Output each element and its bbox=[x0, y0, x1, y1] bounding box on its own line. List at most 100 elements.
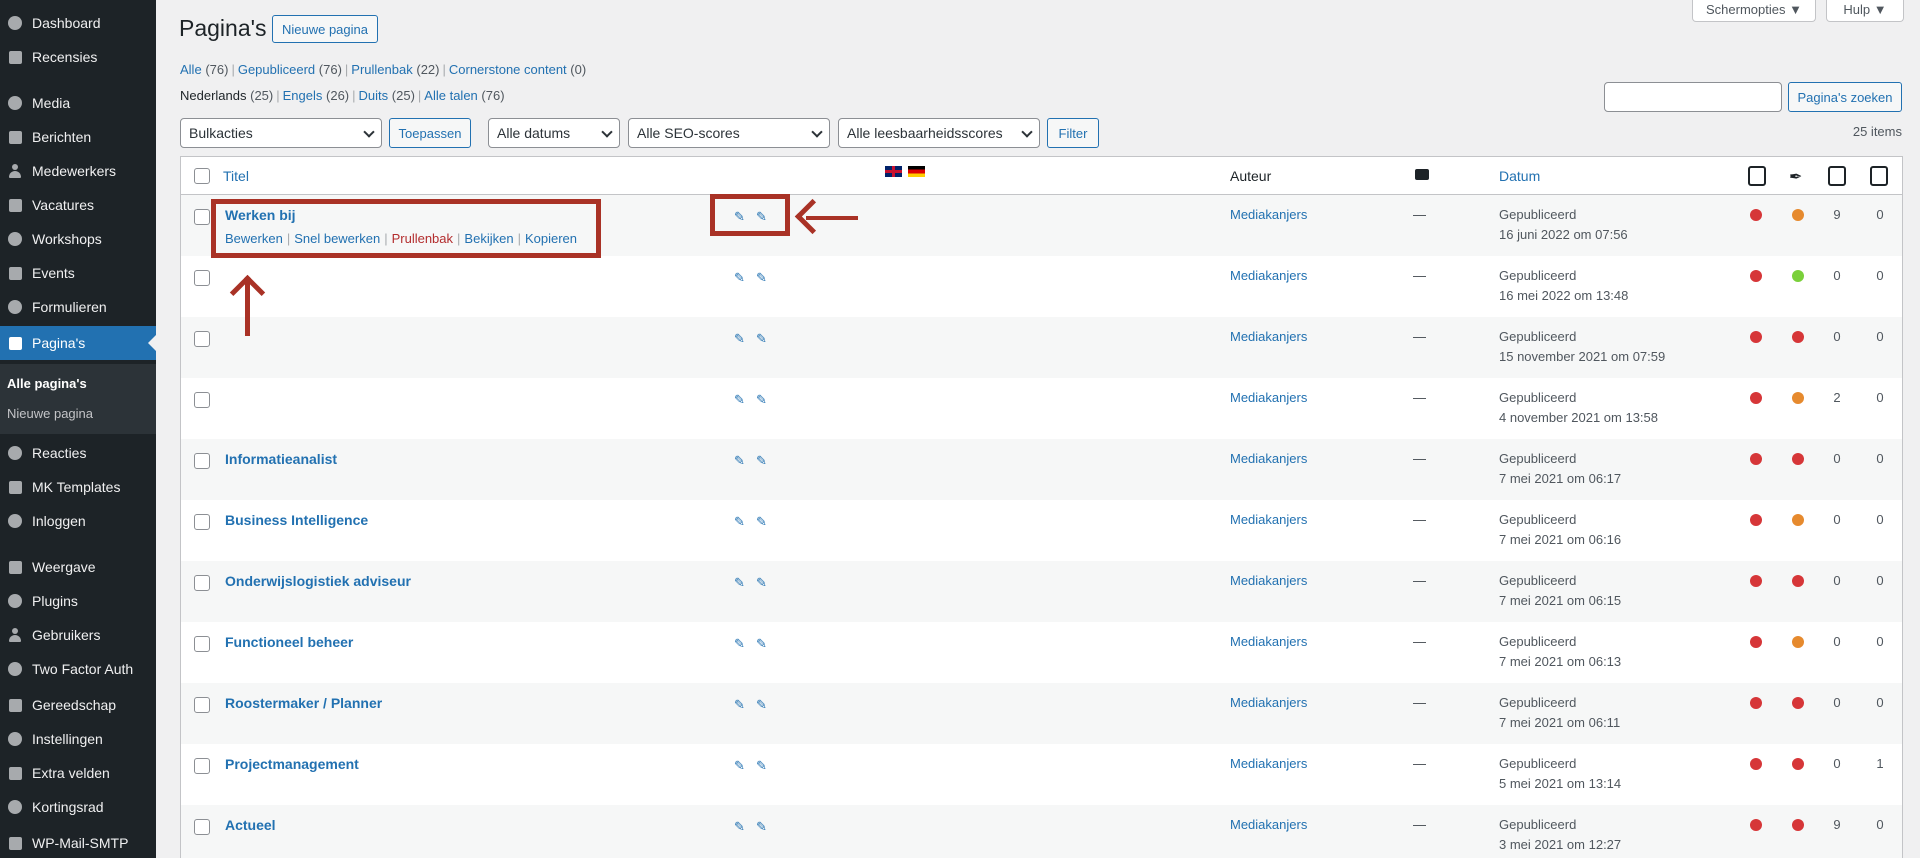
edit-translation-en-icon[interactable]: ✎ bbox=[734, 514, 748, 529]
edit-translation-en-icon[interactable]: ✎ bbox=[734, 819, 748, 834]
sidebar-item-mk-templates[interactable]: MK Templates bbox=[0, 470, 156, 504]
sidebar-item-vacatures[interactable]: Vacatures bbox=[0, 188, 156, 222]
sidebar-item-inloggen[interactable]: Inloggen bbox=[0, 504, 156, 538]
column-title[interactable]: Titel bbox=[223, 168, 249, 184]
edit-translation-de-icon[interactable]: ✎ bbox=[756, 819, 770, 834]
author-link[interactable]: Mediakanjers bbox=[1230, 817, 1307, 832]
sidebar-item-berichten[interactable]: Berichten bbox=[0, 120, 156, 154]
sidebar-item-plugins[interactable]: Plugins bbox=[0, 584, 156, 618]
table-row: Projectmanagement ✎ ✎ Mediakanjers — Gepublic… bbox=[181, 744, 1902, 805]
edit-translation-de-icon[interactable]: ✎ bbox=[756, 453, 770, 468]
language-filter-engels[interactable]: Engels (26) bbox=[283, 88, 350, 103]
sidebar-item-extra-velden[interactable]: Extra velden bbox=[0, 756, 156, 790]
sidebar-item-medewerkers[interactable]: Medewerkers bbox=[0, 154, 156, 188]
select-all-checkbox[interactable] bbox=[194, 168, 210, 184]
search-input[interactable] bbox=[1604, 82, 1782, 112]
sidebar-item-two-factor-auth[interactable]: Two Factor Auth bbox=[0, 652, 156, 686]
sidebar-item-wp-mail-smtp[interactable]: WP-Mail-SMTP bbox=[0, 826, 156, 858]
date-filter-select[interactable]: Alle datums bbox=[488, 118, 620, 148]
help-button[interactable]: Hulp ▼ bbox=[1826, 0, 1904, 22]
sidebar-item-media[interactable]: Media bbox=[0, 86, 156, 120]
row-checkbox[interactable] bbox=[194, 758, 210, 774]
author-link[interactable]: Mediakanjers bbox=[1230, 695, 1307, 710]
sidebar-item-reacties[interactable]: Reacties bbox=[0, 436, 156, 470]
edit-translation-de-icon[interactable]: ✎ bbox=[756, 331, 770, 346]
row-checkbox[interactable] bbox=[194, 514, 210, 530]
view-filter-alle[interactable]: Alle (76) bbox=[180, 62, 228, 77]
edit-translation-de-icon[interactable]: ✎ bbox=[756, 697, 770, 712]
row-checkbox[interactable] bbox=[194, 270, 210, 286]
row-checkbox[interactable] bbox=[194, 575, 210, 591]
sidebar-item-dashboard[interactable]: Dashboard bbox=[0, 6, 156, 40]
row-title-link[interactable]: Projectmanagement bbox=[225, 756, 359, 772]
edit-translation-en-icon[interactable]: ✎ bbox=[734, 392, 748, 407]
edit-translation-de-icon[interactable]: ✎ bbox=[756, 758, 770, 773]
author-link[interactable]: Mediakanjers bbox=[1230, 573, 1307, 588]
seo-filter-select[interactable]: Alle SEO-scores bbox=[628, 118, 830, 148]
row-checkbox[interactable] bbox=[194, 392, 210, 408]
author-link[interactable]: Mediakanjers bbox=[1230, 390, 1307, 405]
author-link[interactable]: Mediakanjers bbox=[1230, 451, 1307, 466]
edit-translation-de-icon[interactable]: ✎ bbox=[756, 270, 770, 285]
bulk-actions-select[interactable]: Bulkacties bbox=[180, 118, 382, 148]
author-link[interactable]: Mediakanjers bbox=[1230, 634, 1307, 649]
screen-options-button[interactable]: Schermopties ▼ bbox=[1692, 0, 1816, 22]
row-title-link[interactable]: Business Intelligence bbox=[225, 512, 368, 528]
readability-score-dot bbox=[1792, 209, 1804, 221]
sidebar-item-formulieren[interactable]: Formulieren bbox=[0, 290, 156, 324]
edit-translation-de-icon[interactable]: ✎ bbox=[756, 392, 770, 407]
edit-translation-de-icon[interactable]: ✎ bbox=[756, 636, 770, 651]
edit-translation-en-icon[interactable]: ✎ bbox=[734, 453, 748, 468]
filter-button[interactable]: Filter bbox=[1047, 118, 1099, 148]
sidebar-item-gereedschap[interactable]: Gereedschap bbox=[0, 688, 156, 722]
column-date[interactable]: Datum bbox=[1499, 168, 1540, 184]
sidebar-item-weergave[interactable]: Weergave bbox=[0, 550, 156, 584]
incoming-links-count: 0 bbox=[1833, 329, 1841, 344]
edit-translation-de-icon[interactable]: ✎ bbox=[756, 575, 770, 590]
view-filter-cornerstone-content[interactable]: Cornerstone content (0) bbox=[449, 62, 586, 77]
row-checkbox[interactable] bbox=[194, 819, 210, 835]
author-link[interactable]: Mediakanjers bbox=[1230, 329, 1307, 344]
sidebar-item-kortingsrad[interactable]: Kortingsrad bbox=[0, 790, 156, 824]
edit-translation-en-icon[interactable]: ✎ bbox=[734, 697, 748, 712]
author-link[interactable]: Mediakanjers bbox=[1230, 268, 1307, 283]
edit-translation-en-icon[interactable]: ✎ bbox=[734, 758, 748, 773]
row-checkbox[interactable] bbox=[194, 209, 210, 225]
row-title-link[interactable]: Roostermaker / Planner bbox=[225, 695, 382, 711]
row-checkbox[interactable] bbox=[194, 636, 210, 652]
sidebar-item-pagina-s[interactable]: Pagina's bbox=[0, 326, 156, 360]
seo-score-dot bbox=[1750, 697, 1762, 709]
view-filter-gepubliceerd[interactable]: Gepubliceerd (76) bbox=[238, 62, 342, 77]
edit-translation-de-icon[interactable]: ✎ bbox=[756, 514, 770, 529]
language-filter-nederlands[interactable]: Nederlands (25) bbox=[180, 88, 273, 103]
sidebar-item-events[interactable]: Events bbox=[0, 256, 156, 290]
sidebar-item-instellingen[interactable]: Instellingen bbox=[0, 722, 156, 756]
row-title-link[interactable]: Functioneel beheer bbox=[225, 634, 353, 650]
author-link[interactable]: Mediakanjers bbox=[1230, 756, 1307, 771]
seo-score-dot bbox=[1750, 209, 1762, 221]
view-filter-prullenbak[interactable]: Prullenbak (22) bbox=[351, 62, 439, 77]
language-filter-duits[interactable]: Duits (25) bbox=[359, 88, 415, 103]
search-pages-button[interactable]: Pagina's zoeken bbox=[1788, 82, 1902, 112]
sidebar-item-gebruikers[interactable]: Gebruikers bbox=[0, 618, 156, 652]
edit-translation-en-icon[interactable]: ✎ bbox=[734, 270, 748, 285]
readability-filter-select[interactable]: Alle leesbaarheidsscores bbox=[838, 118, 1040, 148]
submenu-item-all-pages[interactable]: Alle pagina's bbox=[7, 376, 87, 391]
submenu-item-new-page[interactable]: Nieuwe pagina bbox=[7, 406, 93, 421]
row-title-link[interactable]: Actueel bbox=[225, 817, 276, 833]
edit-translation-en-icon[interactable]: ✎ bbox=[734, 331, 748, 346]
sidebar-item-workshops[interactable]: Workshops bbox=[0, 222, 156, 256]
author-link[interactable]: Mediakanjers bbox=[1230, 512, 1307, 527]
edit-translation-en-icon[interactable]: ✎ bbox=[734, 575, 748, 590]
row-checkbox[interactable] bbox=[194, 697, 210, 713]
apply-button[interactable]: Toepassen bbox=[389, 118, 471, 148]
row-title-link[interactable]: Onderwijslogistiek adviseur bbox=[225, 573, 411, 589]
edit-translation-en-icon[interactable]: ✎ bbox=[734, 636, 748, 651]
row-checkbox[interactable] bbox=[194, 453, 210, 469]
author-link[interactable]: Mediakanjers bbox=[1230, 207, 1307, 222]
sidebar-item-recensies[interactable]: Recensies bbox=[0, 40, 156, 74]
language-filter-alle-talen[interactable]: Alle talen (76) bbox=[424, 88, 504, 103]
row-title-link[interactable]: Informatieanalist bbox=[225, 451, 337, 467]
row-checkbox[interactable] bbox=[194, 331, 210, 347]
new-page-button[interactable]: Nieuwe pagina bbox=[272, 15, 378, 43]
